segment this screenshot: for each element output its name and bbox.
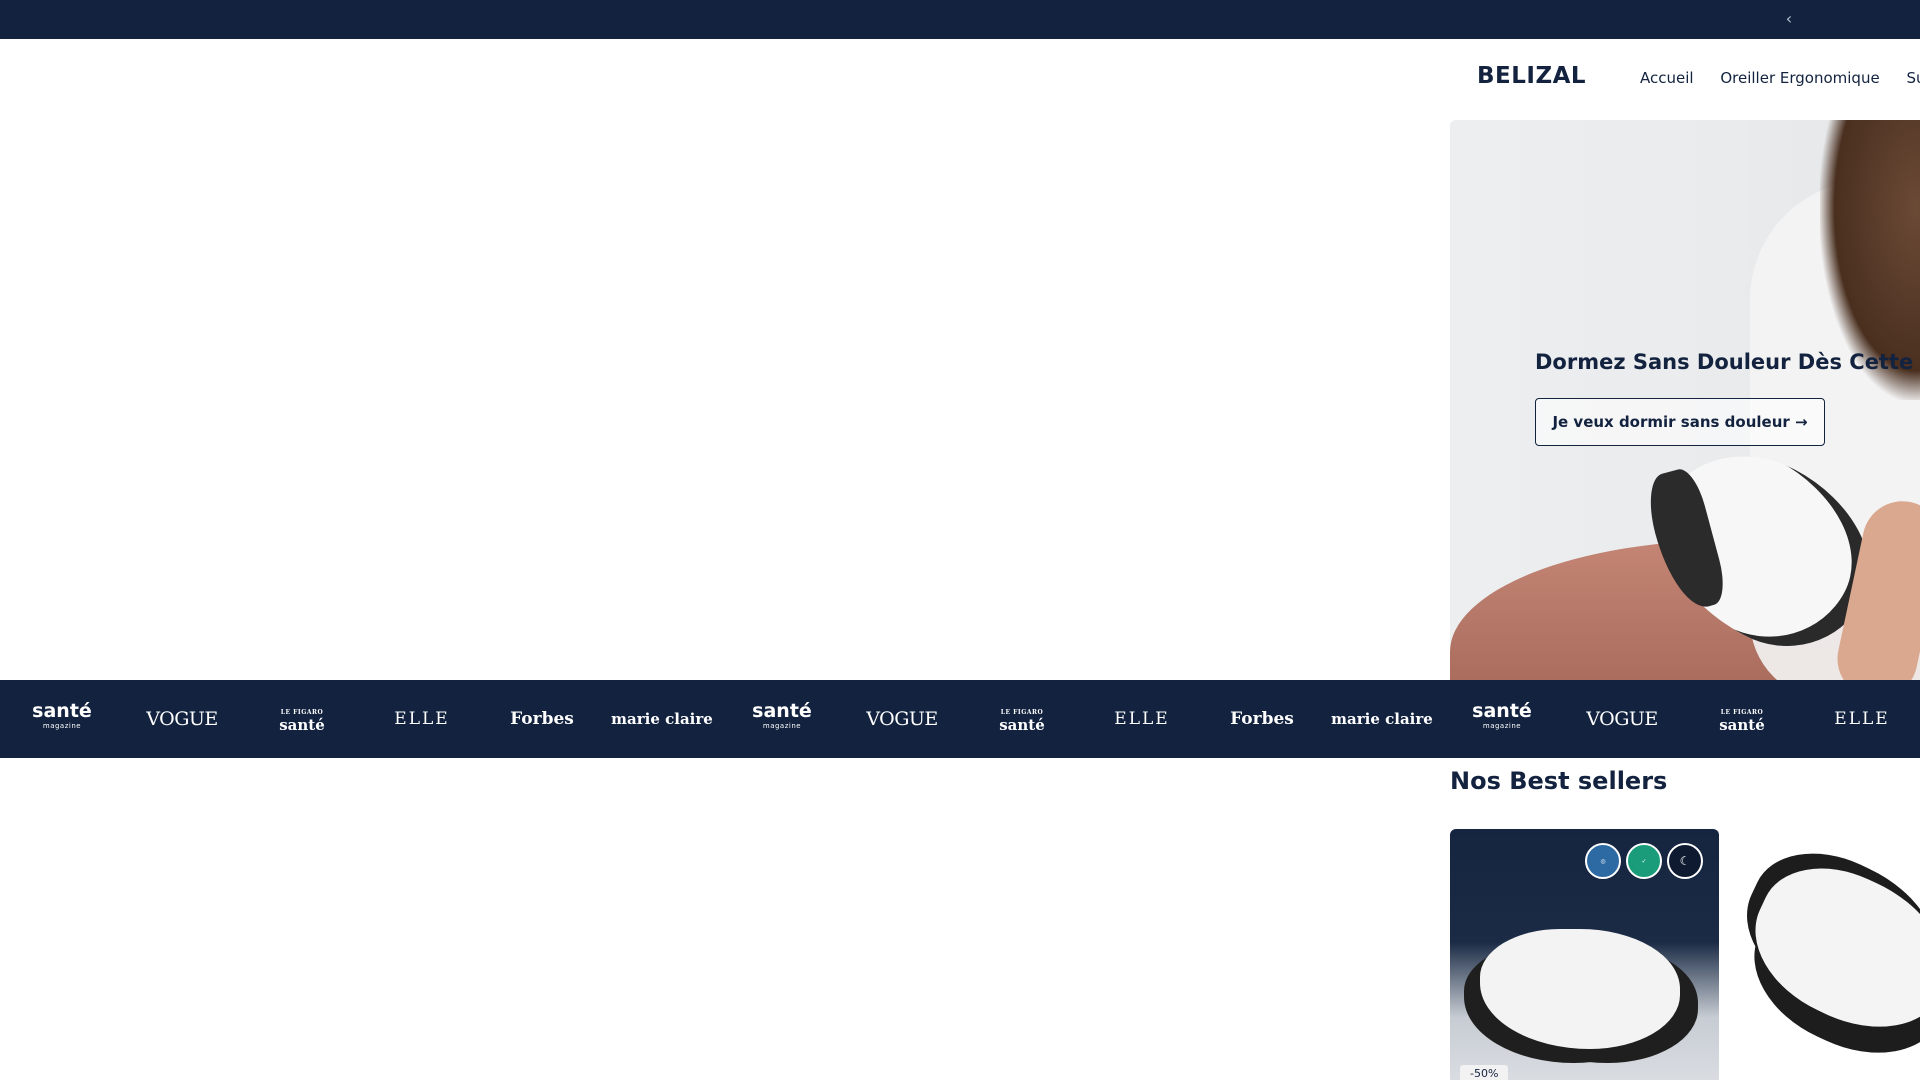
press-logo-figaro: LE FIGARO santé (1682, 680, 1802, 758)
press-logo-elle: ELLE (1082, 680, 1202, 758)
press-logo-text: VOGUE (866, 708, 938, 730)
press-logo-elle: ELLE (1802, 680, 1920, 758)
oeko-icon: ◎ (1585, 843, 1621, 879)
press-logo-text: santé magazine (752, 700, 812, 731)
press-logo-vogue: VOGUE (1562, 680, 1682, 758)
sale-badge: -50% (1460, 1065, 1509, 1080)
announcement-bar: ‹ (0, 0, 1920, 39)
press-logo-text: LE FIGARO santé (1719, 709, 1765, 734)
press-logo-text: Forbes (510, 709, 574, 729)
press-logo-text: VOGUE (1586, 708, 1658, 730)
press-logo-sante: santé magazine (1442, 680, 1562, 758)
press-logo-marie: marie claire (1322, 680, 1442, 758)
product-image (1738, 843, 1920, 1055)
cert-badges: ◎ ✓ ☾ (1585, 843, 1703, 879)
press-logo-sante: santé magazine (2, 680, 122, 758)
product-card[interactable]: ◎ ✓ ☾ -50% (1450, 829, 1719, 1080)
press-logo-text: LE FIGARO santé (999, 709, 1045, 734)
press-logo-text: Forbes (1230, 709, 1294, 729)
press-logo-text: ELLE (1834, 709, 1890, 729)
press-logo-text: marie claire (1331, 710, 1433, 728)
press-logo-text: ELLE (1114, 709, 1170, 729)
nav-item-suivi[interactable]: Suivi (1906, 69, 1920, 87)
site-header: BELIZAL Accueil Oreiller Ergonomique Sui… (0, 39, 1920, 119)
oeko-tex-icon: ✓ (1626, 843, 1662, 879)
press-logo-text: santé magazine (32, 700, 92, 731)
press-logo-forbes: Forbes (1202, 680, 1322, 758)
press-logo-text: marie claire (611, 710, 713, 728)
press-logo-marie: marie claire (602, 680, 722, 758)
nav-item-accueil[interactable]: Accueil (1640, 69, 1694, 87)
press-logos-strip: santé magazine VOGUE LE FIGARO santé ELLE Forb… (0, 680, 1920, 758)
bestsellers-title: Nos Best sellers (1450, 767, 1668, 795)
product-card[interactable] (1738, 829, 1920, 1080)
press-logo-text: ELLE (394, 709, 450, 729)
main-nav: Accueil Oreiller Ergonomique Suivi (1640, 69, 1920, 87)
press-logo-figaro: LE FIGARO santé (242, 680, 362, 758)
press-logo-text: santé magazine (1472, 700, 1532, 731)
chevron-left-icon[interactable]: ‹ (1779, 8, 1799, 30)
press-logo-text: VOGUE (146, 708, 218, 730)
press-logo-sante: santé magazine (722, 680, 842, 758)
nav-item-oreiller-ergonomique[interactable]: Oreiller Ergonomique (1720, 69, 1879, 87)
hero-title: Dormez Sans Douleur Dès Cette Nuit (1535, 350, 1920, 374)
press-logo-elle: ELLE (362, 680, 482, 758)
product-image (1480, 929, 1680, 1049)
hero-cta-button[interactable]: Je veux dormir sans douleur → (1535, 398, 1825, 446)
hero-banner: Dormez Sans Douleur Dès Cette Nuit Je ve… (1450, 120, 1920, 680)
press-logo-vogue: VOGUE (842, 680, 962, 758)
press-logo-forbes: Forbes (482, 680, 602, 758)
brand-logo[interactable]: BELIZAL (1477, 63, 1586, 89)
press-logo-vogue: VOGUE (122, 680, 242, 758)
moon-icon: ☾ (1667, 843, 1703, 879)
press-logo-text: LE FIGARO santé (279, 709, 325, 734)
press-logo-figaro: LE FIGARO santé (962, 680, 1082, 758)
